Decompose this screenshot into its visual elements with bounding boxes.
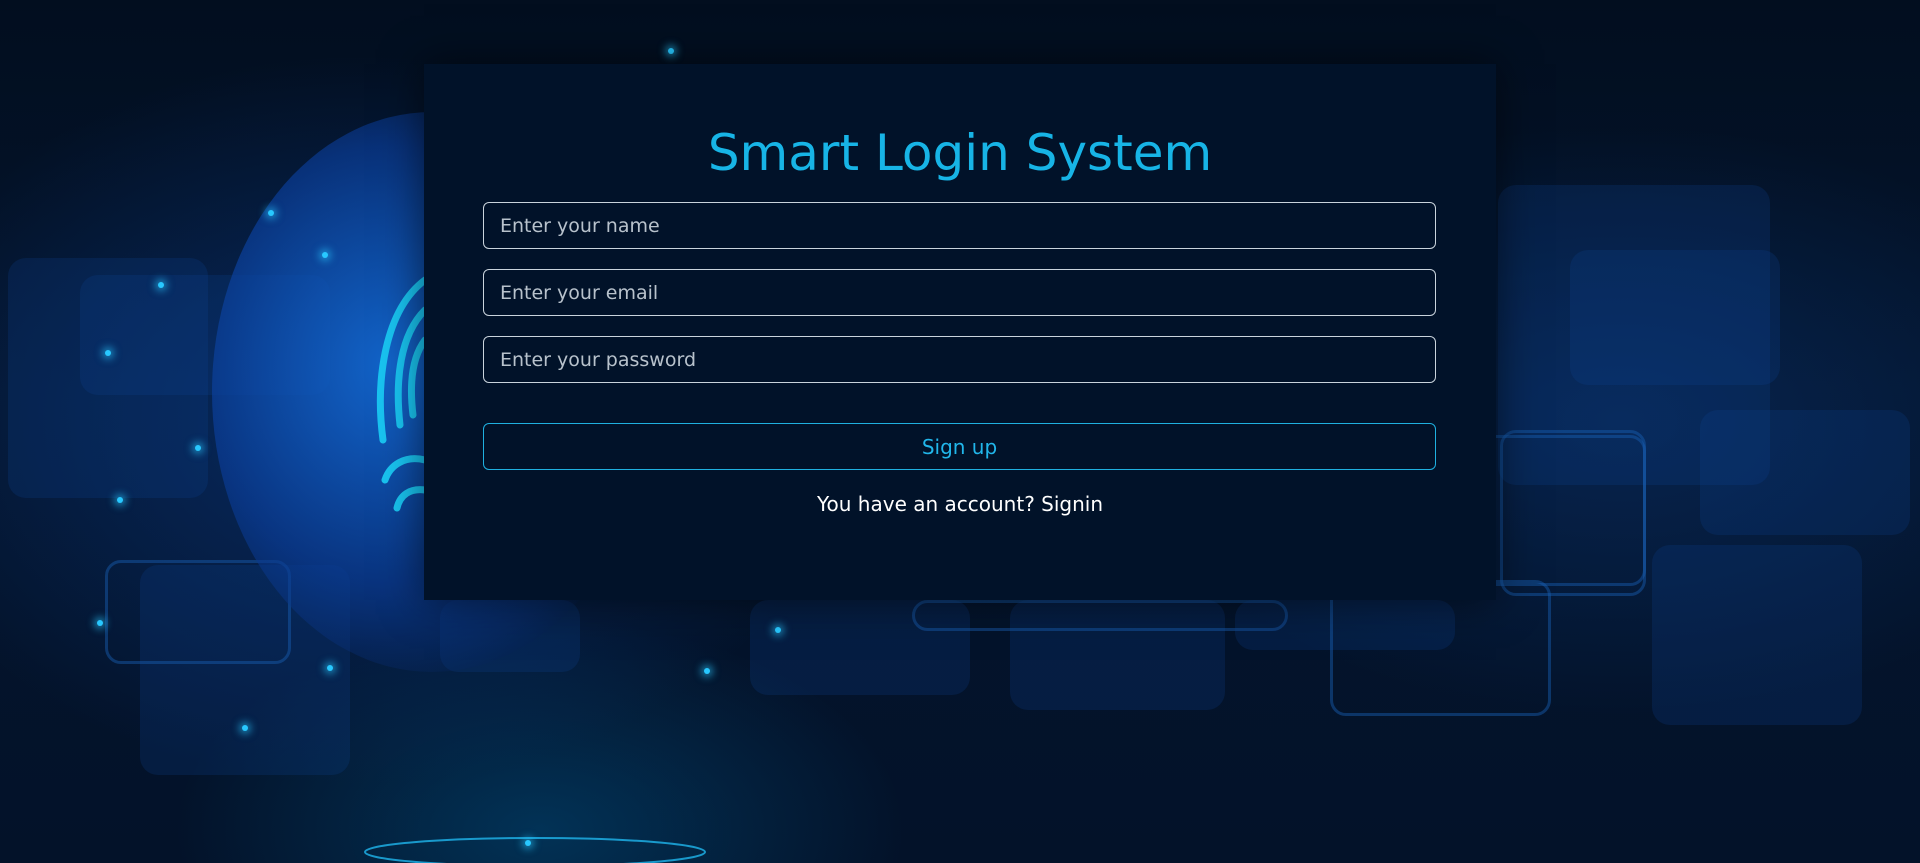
glow-dot xyxy=(525,840,531,846)
decorative-panel xyxy=(105,560,291,664)
decorative-panel xyxy=(912,600,1288,631)
decorative-panel xyxy=(1570,250,1780,385)
glow-dot xyxy=(242,725,248,731)
decorative-panel xyxy=(1652,545,1862,725)
name-field[interactable] xyxy=(483,202,1436,249)
glow-dot xyxy=(322,252,328,258)
glow-dot xyxy=(775,627,781,633)
glow-dot xyxy=(704,668,710,674)
sign-up-button[interactable]: Sign up xyxy=(483,423,1436,470)
glow-dot xyxy=(97,620,103,626)
decorative-panel xyxy=(1700,410,1910,535)
glow-dot xyxy=(268,210,274,216)
glow-dot xyxy=(668,48,674,54)
glow-dot xyxy=(105,350,111,356)
email-field[interactable] xyxy=(483,269,1436,316)
glow-dot xyxy=(327,665,333,671)
glow-dot xyxy=(195,445,201,451)
glow-dot xyxy=(158,282,164,288)
page-title: Smart Login System xyxy=(707,124,1213,182)
password-field[interactable] xyxy=(483,336,1436,383)
account-prompt-text: You have an account? xyxy=(816,492,1035,516)
decorative-panel xyxy=(1330,580,1551,716)
platform-ring-icon xyxy=(364,837,706,863)
account-prompt-line: You have an account? Signin xyxy=(0,492,1920,516)
signin-link[interactable]: Signin xyxy=(1041,492,1103,516)
